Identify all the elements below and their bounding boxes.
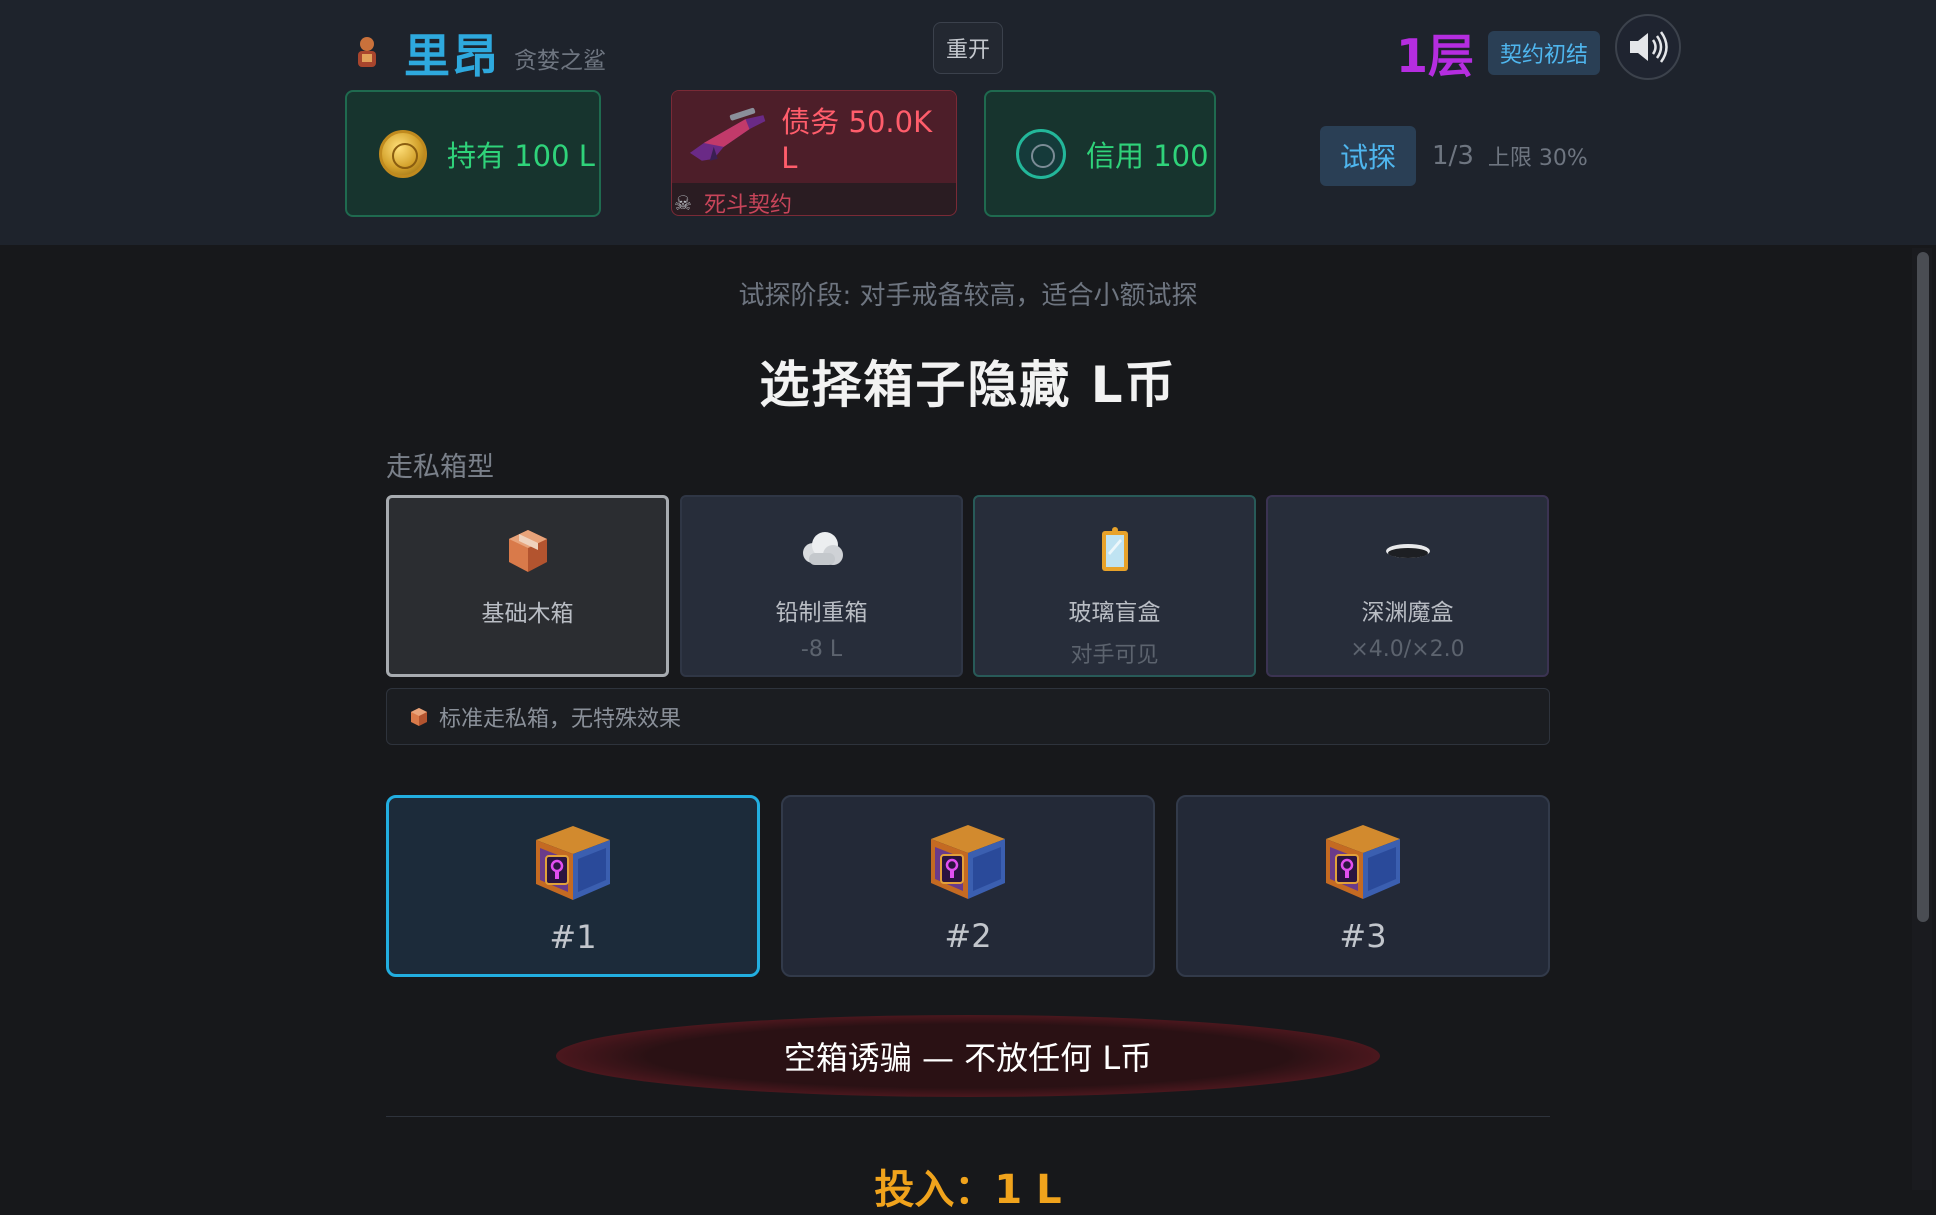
- hide-box-2[interactable]: #2: [781, 795, 1155, 977]
- credit-amount: 信用 100: [1086, 138, 1209, 173]
- abyss-hole-icon: [1385, 544, 1430, 558]
- sound-toggle-button[interactable]: [1615, 14, 1681, 80]
- box-type-description-text: 标准走私箱，无特殊效果: [439, 706, 682, 732]
- player-title: 贪婪之鲨: [514, 48, 606, 74]
- page-title: 选择箱子隐藏 L币: [759, 356, 1177, 414]
- credit-stat-card: 信用 100: [984, 90, 1216, 217]
- box-type-abyss[interactable]: 深渊魔盒 ×4.0/×2.0: [1266, 495, 1549, 677]
- treasure-chest-icon: [536, 826, 610, 900]
- treasure-chest-icon: [931, 825, 1005, 899]
- box-type-description: 标准走私箱，无特殊效果: [386, 688, 1550, 745]
- hide-box-3[interactable]: #3: [1176, 795, 1550, 977]
- box-type-section-label: 走私箱型: [386, 452, 494, 483]
- box-type-effect: 对手可见: [1070, 643, 1159, 668]
- stake-amount: 投入：1 L: [874, 1167, 1062, 1213]
- wooden-box-icon: [508, 530, 547, 572]
- box-type-name: 基础木箱: [481, 601, 574, 627]
- box-type-name: 玻璃盲盒: [1068, 600, 1161, 626]
- debt-stat-card: 债务 50.0K L ☠ 死斗契约: [671, 90, 957, 219]
- treasure-chest-icon: [1326, 825, 1400, 899]
- gun-icon: [689, 107, 766, 161]
- scrollbar-thumb[interactable]: [1917, 252, 1929, 922]
- hide-box-1[interactable]: #1: [386, 795, 760, 977]
- box-type-name: 深渊魔盒: [1361, 600, 1454, 626]
- box-type-name: 铅制重箱: [775, 600, 868, 626]
- debt-contract-label: ☠ 死斗契约: [674, 187, 792, 219]
- box-type-wooden[interactable]: 基础木箱: [386, 495, 669, 677]
- empty-box-decoy-button[interactable]: 空箱诱骗 — 不放任何 L币: [556, 1015, 1380, 1097]
- restart-button[interactable]: 重开: [933, 22, 1003, 74]
- floor-number: 1层: [1396, 29, 1475, 83]
- player-info: 里昂 贪婪之鲨: [352, 20, 606, 86]
- box-type-glass[interactable]: 玻璃盲盒 对手可见: [973, 495, 1256, 677]
- debt-contract-text: 死斗契约: [704, 193, 793, 218]
- box-label: #1: [549, 918, 597, 956]
- credit-compass-icon: [1016, 128, 1066, 179]
- probe-limit: 上限 30%: [1487, 146, 1588, 171]
- player-avatar-icon: [358, 37, 376, 67]
- divider: [386, 1116, 1550, 1117]
- skull-icon: ☠: [674, 191, 692, 215]
- glass-mirror-icon: [1101, 527, 1128, 571]
- lead-cloud-icon: [802, 532, 843, 565]
- main-panel: 试探阶段: 对手戒备较高，适合小额试探 选择箱子隐藏 L币 走私箱型 基础木箱 …: [0, 245, 1936, 1213]
- phase-hint: 试探阶段: 对手戒备较高，适合小额试探: [738, 281, 1198, 311]
- top-status-bar: 里昂 贪婪之鲨 重开 1层 契约初结 持有 100 L 债务 50.0K L ☠…: [0, 0, 1936, 245]
- hold-amount: 持有 100 L: [447, 138, 595, 173]
- hold-stat-card: 持有 100 L: [345, 90, 601, 217]
- box-label: #2: [944, 917, 992, 955]
- probe-info: 试探 1/3 上限 30%: [1320, 126, 1588, 186]
- floor-badge: 契约初结: [1488, 31, 1601, 75]
- player-name: 里昂: [404, 29, 500, 83]
- box-type-lead[interactable]: 铅制重箱 -8 L: [680, 495, 963, 677]
- box-type-effect: ×4.0/×2.0: [1350, 637, 1465, 662]
- box-label: #3: [1339, 917, 1387, 955]
- probe-button[interactable]: 试探: [1320, 126, 1417, 186]
- debt-header: 债务 50.0K L: [672, 91, 956, 183]
- probe-count: 1/3: [1432, 141, 1474, 171]
- box-type-effect: -8 L: [800, 637, 843, 662]
- scrollbar[interactable]: [1912, 248, 1932, 1190]
- debt-amount: 债务 50.0K L: [781, 105, 933, 175]
- coin-icon: [379, 129, 427, 178]
- floor-info: 1层 契约初结: [1396, 20, 1601, 86]
- wooden-box-icon: [411, 707, 427, 726]
- speaker-icon: [1630, 31, 1668, 63]
